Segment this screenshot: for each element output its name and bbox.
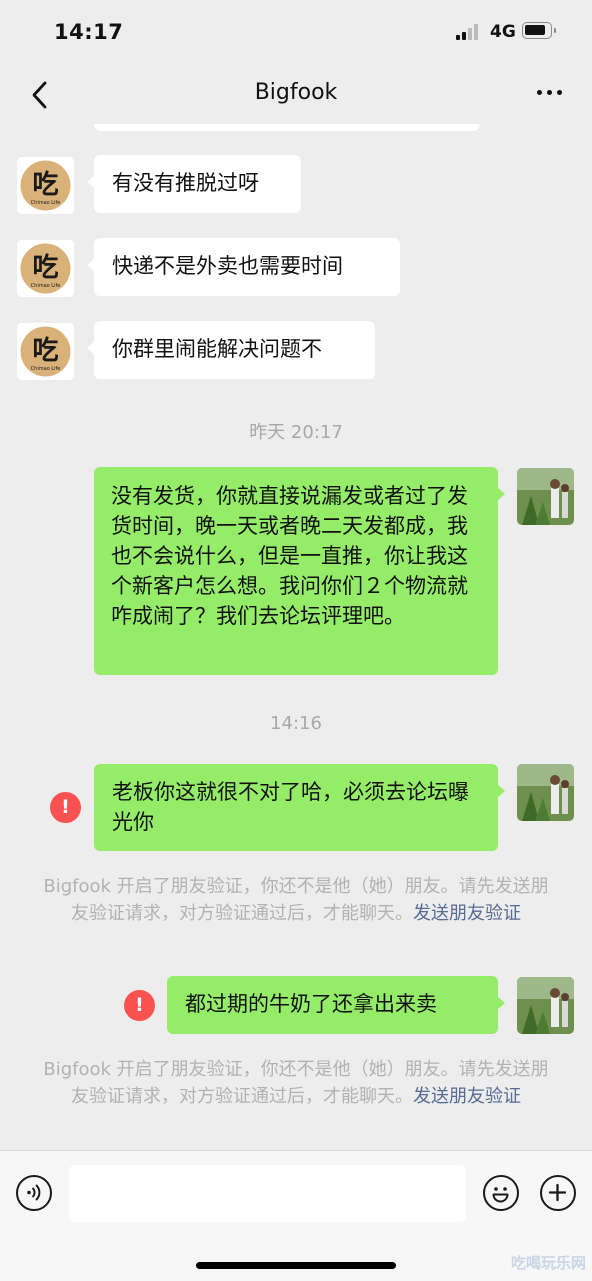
chat-title: Bigfook: [254, 80, 338, 105]
error-icon[interactable]: !: [50, 792, 81, 823]
battery-icon: [522, 22, 556, 39]
friend-verification-notice: Bigfook 开启了朋友验证，你还不是他（她）朋友。请先发送朋友验证请求，对方…: [40, 873, 552, 927]
message-input[interactable]: [69, 1165, 466, 1222]
home-indicator: [196, 1262, 396, 1269]
my-avatar[interactable]: [517, 468, 574, 525]
send-verification-link[interactable]: 发送朋友验证: [413, 903, 521, 924]
more-dots-icon: [537, 90, 562, 95]
contact-avatar-image: 吃 Chimao Life: [17, 157, 74, 214]
emoji-icon: [492, 1187, 509, 1203]
voice-button[interactable]: [16, 1175, 52, 1211]
message-timestamp: 14:16: [270, 713, 322, 734]
contact-avatar[interactable]: 吃 Chimao Life: [17, 157, 74, 214]
status-time: 14:17: [54, 20, 124, 44]
chat-header: Bigfook: [0, 64, 592, 126]
my-avatar-image: [517, 977, 574, 1034]
plus-icon: [548, 1183, 567, 1202]
incoming-message[interactable]: 快递不是外卖也需要时间: [87, 238, 400, 296]
signal-icon: [456, 24, 482, 40]
avatar-subtext: Chimao Life: [31, 366, 61, 372]
previous-message-bubble: [94, 124, 480, 131]
contact-avatar[interactable]: 吃 Chimao Life: [17, 323, 74, 380]
my-avatar-image: [517, 468, 574, 525]
status-bar: 14:17 4G: [0, 0, 592, 64]
my-avatar[interactable]: [517, 764, 574, 821]
error-icon[interactable]: !: [124, 990, 155, 1021]
site-watermark: 吃喝玩乐网: [510, 1254, 586, 1272]
my-avatar-image: [517, 764, 574, 821]
avatar-glyph: 吃: [32, 253, 58, 283]
send-verification-link[interactable]: 发送朋友验证: [413, 1086, 521, 1107]
avatar-subtext: Chimao Life: [31, 283, 61, 289]
emoji-button[interactable]: [483, 1175, 519, 1211]
outgoing-message[interactable]: 老板你这就很不对了哈，必须去论坛曝光你: [94, 764, 505, 851]
contact-avatar-image: 吃 Chimao Life: [17, 240, 74, 297]
more-functions-button[interactable]: [540, 1175, 576, 1211]
avatar-subtext: Chimao Life: [31, 200, 61, 206]
message-timestamp: 昨天 20:17: [249, 422, 343, 443]
incoming-message[interactable]: 有没有推脱过呀: [87, 155, 301, 213]
voice-icon: [27, 1184, 41, 1201]
contact-avatar[interactable]: 吃 Chimao Life: [17, 240, 74, 297]
friend-verification-notice: Bigfook 开启了朋友验证，你还不是他（她）朋友。请先发送朋友验证请求，对方…: [40, 1056, 552, 1110]
contact-avatar-image: 吃 Chimao Life: [17, 323, 74, 380]
incoming-message[interactable]: 你群里闹能解决问题不: [87, 321, 375, 379]
network-type: 4G: [490, 22, 516, 42]
avatar-glyph: 吃: [32, 336, 58, 366]
my-avatar[interactable]: [517, 977, 574, 1034]
more-button[interactable]: [537, 90, 562, 95]
avatar-glyph: 吃: [32, 170, 58, 200]
outgoing-message[interactable]: 没有发货，你就直接说漏发或者过了发货时间，晚一天或者晚二天发都成，我也不会说什么…: [94, 467, 505, 675]
outgoing-message[interactable]: 都过期的牛奶了还拿出来卖: [167, 976, 505, 1034]
